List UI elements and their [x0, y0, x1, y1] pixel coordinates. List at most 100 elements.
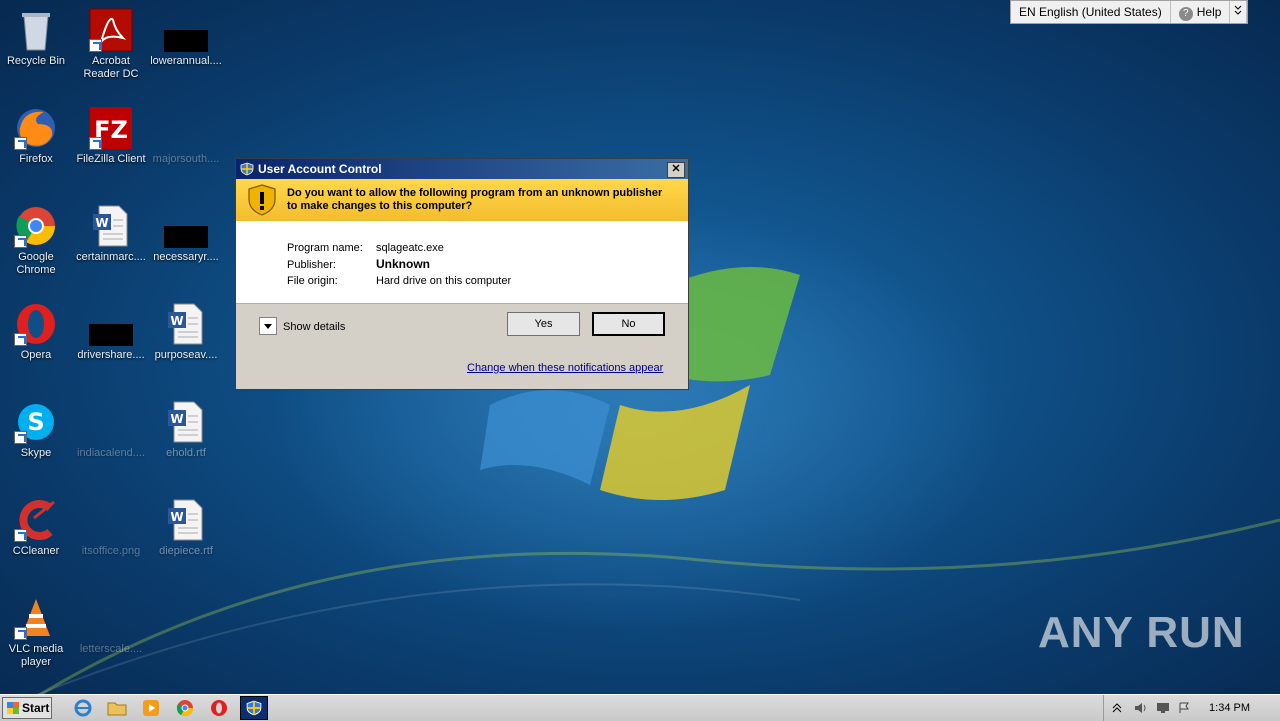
desktop-icon-itsoffice[interactable]: itsoffice.png [73, 498, 149, 558]
langbar-options-button[interactable] [1230, 1, 1248, 23]
desktop-icon-filezilla[interactable]: FZ FileZilla Client [73, 106, 149, 166]
desktop-icon-label: necessaryr.... [153, 251, 219, 263]
desktop-icon-ehold[interactable]: W ehold.rtf [148, 400, 224, 460]
desktop-icon-label: lowerannual.... [150, 55, 222, 67]
svg-text:W: W [170, 412, 183, 426]
desktop-icon-necessaryr[interactable]: necessaryr.... [148, 204, 224, 264]
shortcut-arrow-icon [89, 39, 102, 52]
show-details-toggle[interactable] [259, 317, 277, 335]
program-name-value: sqlageatc.exe [376, 242, 444, 254]
chevron-up-icon [1112, 703, 1122, 713]
taskbar-opera[interactable] [206, 697, 232, 719]
help-button[interactable]: ? Help [1171, 1, 1231, 23]
uac-warning-banner: Do you want to allow the following progr… [236, 179, 688, 221]
desktop-icon-label: majorsouth.... [152, 153, 220, 165]
action-center-button[interactable] [1178, 702, 1192, 714]
taskbar: Start 1:34 PM [0, 694, 1280, 721]
acrobat-icon [89, 8, 133, 52]
speaker-icon [1135, 703, 1146, 713]
svg-text:W: W [95, 216, 108, 230]
uac-title: User Account Control [258, 162, 382, 176]
uac-question: Do you want to allow the following progr… [287, 187, 663, 212]
taskbar-uac[interactable] [240, 696, 268, 720]
shortcut-arrow-icon [14, 333, 27, 346]
image-file-icon [89, 498, 133, 542]
file-icon [164, 106, 208, 150]
yes-button[interactable]: Yes [507, 312, 580, 336]
desktop-icon-letterscale[interactable]: letterscale.... [73, 596, 149, 656]
taskbar-ie[interactable] [70, 697, 96, 719]
firefox-icon [14, 106, 58, 150]
file-origin-row: File origin: Hard drive on this computer [287, 275, 511, 287]
desktop-icon-skype[interactable]: S Skype [0, 400, 74, 460]
desktop-icon-label: VLC media player [8, 643, 64, 668]
shortcut-arrow-icon [14, 529, 27, 542]
desktop-icon-google-chrome[interactable]: Google Chrome [0, 204, 74, 277]
desktop-icon-ccleaner[interactable]: CCleaner [0, 498, 74, 558]
desktop-icon-label: Acrobat Reader DC [83, 55, 139, 80]
language-bar: EN English (United States) ? Help [1010, 0, 1249, 24]
desktop-icon-recycle-bin[interactable]: Recycle Bin [0, 8, 74, 68]
desktop-icon-label: certainmarc.... [76, 251, 146, 263]
word-document-icon: W [164, 302, 208, 346]
desktop-icon-lowerannual[interactable]: lowerannual.... [148, 8, 224, 68]
show-hidden-icons-button[interactable] [1112, 702, 1126, 714]
desktop-icon-label: FileZilla Client [76, 153, 146, 165]
filezilla-icon: FZ [89, 106, 133, 150]
windows-flag-icon [7, 702, 19, 714]
publisher-row: Publisher: Unknown [287, 257, 430, 271]
program-name-row: Program name: sqlageatc.exe [287, 242, 444, 254]
no-button[interactable]: No [592, 312, 665, 336]
desktop-icon-indiacalend[interactable]: indiacalend.... [73, 400, 149, 460]
desktop-icon-majorsouth[interactable]: majorsouth.... [148, 106, 224, 166]
word-document-icon: W [164, 498, 208, 542]
internet-explorer-icon [74, 699, 92, 717]
watermark-text: ANY RUN [1038, 608, 1245, 657]
shortcut-arrow-icon [14, 431, 27, 444]
desktop-icon-drivershare[interactable]: drivershare.... [73, 302, 149, 362]
uac-shield-icon [240, 162, 254, 176]
uac-titlebar[interactable]: User Account Control ✕ [236, 159, 688, 179]
desktop-icon-vlc[interactable]: VLC media player [0, 596, 74, 669]
language-selector[interactable]: EN English (United States) [1011, 1, 1171, 23]
volume-button[interactable] [1134, 702, 1148, 714]
start-button[interactable]: Start [2, 697, 52, 719]
desktop-icon-label: Opera [20, 349, 52, 361]
taskbar-media-player[interactable] [138, 697, 164, 719]
close-button[interactable]: ✕ [667, 162, 685, 178]
taskbar-explorer[interactable] [104, 697, 130, 719]
file-icon [89, 400, 133, 444]
desktop-icon-label: letterscale.... [79, 643, 143, 655]
warning-shield-icon [248, 184, 276, 216]
desktop-icon-firefox[interactable]: Firefox [0, 106, 74, 166]
desktop-icon-purposeav[interactable]: W purposeav.... [148, 302, 224, 362]
network-button[interactable] [1156, 702, 1170, 714]
clock[interactable]: 1:34 PM [1209, 702, 1250, 714]
word-document-icon: W [164, 400, 208, 444]
svg-text:S: S [27, 408, 44, 436]
start-label: Start [22, 701, 50, 715]
desktop-icon-diepiece[interactable]: W diepiece.rtf [148, 498, 224, 558]
desktop-icon-label: ehold.rtf [166, 447, 206, 459]
publisher-value: Unknown [376, 257, 430, 271]
desktop-icon-label: purposeav.... [154, 349, 218, 361]
chrome-icon [176, 700, 194, 717]
vlc-cone-icon [14, 596, 58, 640]
show-details-label[interactable]: Show details [283, 321, 345, 333]
desktop-icon-label: indiacalend.... [77, 447, 145, 459]
file-icon [89, 596, 133, 640]
change-notifications-link[interactable]: Change when these notifications appear [467, 362, 663, 374]
desktop-icon-label: Firefox [19, 153, 53, 165]
system-tray: 1:34 PM [1103, 695, 1280, 721]
desktop-icon-acrobat[interactable]: Acrobat Reader DC [73, 8, 149, 81]
anyrun-watermark: ANY RUN [1038, 608, 1245, 658]
taskbar-chrome[interactable] [172, 697, 198, 719]
media-player-icon [143, 700, 159, 716]
shortcut-arrow-icon [14, 235, 27, 248]
help-icon: ? [1178, 7, 1193, 21]
desktop-icon-label: Skype [20, 447, 52, 459]
desktop-icon-certainmarc[interactable]: W certainmarc.... [73, 204, 149, 264]
chrome-icon [14, 204, 58, 248]
desktop-icon-opera[interactable]: Opera [0, 302, 74, 362]
uac-dialog: User Account Control ✕ Do you want to al… [235, 158, 689, 390]
